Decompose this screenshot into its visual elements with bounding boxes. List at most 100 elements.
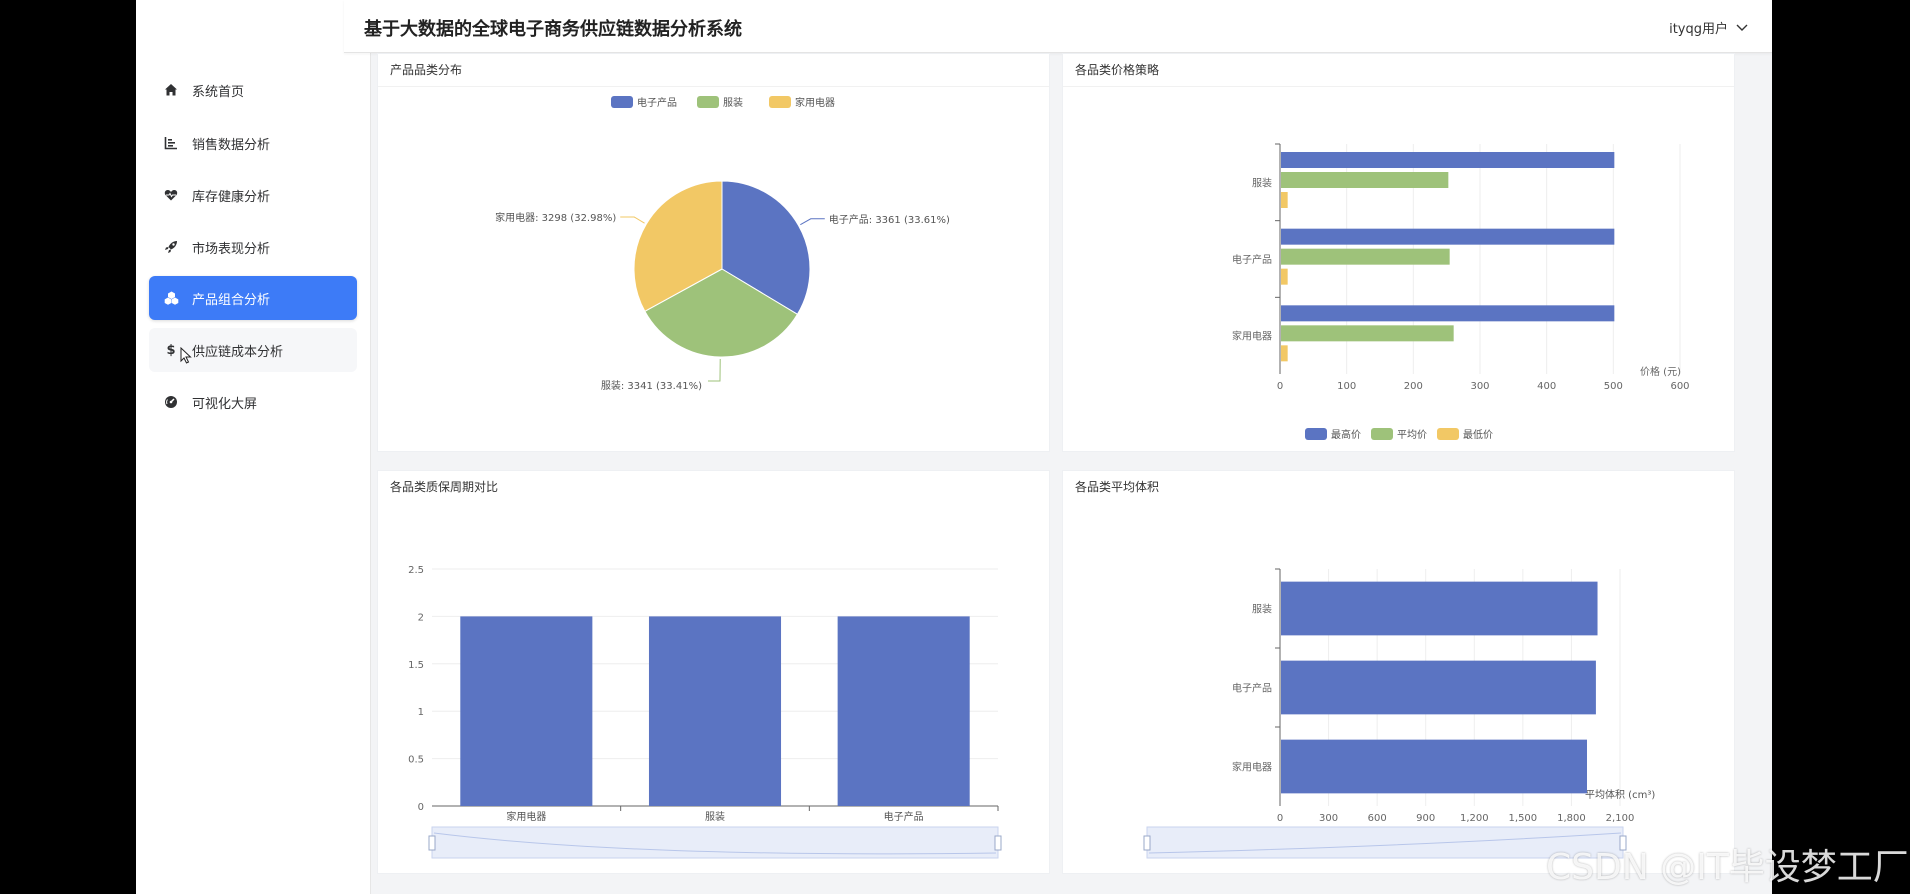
legend-swatch	[697, 96, 719, 108]
bar-最低价	[1281, 192, 1288, 208]
sidebar-item-sales[interactable]: 销售数据分析	[149, 121, 357, 165]
y-tick-label: 0.5	[408, 755, 424, 766]
x-tick-label: 电子产品	[884, 810, 924, 823]
dollar-icon: $	[166, 342, 176, 358]
chevron-down-icon	[1736, 24, 1748, 31]
legend-swatch	[611, 96, 633, 108]
heartbeat-icon	[162, 186, 180, 204]
x-tick-label: 300	[1319, 813, 1338, 824]
legend-label: 最低价	[1463, 428, 1493, 441]
legend-label: 平均价	[1397, 429, 1427, 441]
home-icon	[162, 81, 180, 99]
dashboard-icon	[162, 393, 180, 411]
y-tick-label: 服装	[1252, 603, 1272, 616]
chart-icon	[162, 134, 180, 152]
rocket-icon	[162, 238, 180, 256]
mouse-cursor-icon	[180, 347, 192, 364]
bar-最高价	[1281, 228, 1615, 245]
x-tick-label: 1,200	[1460, 813, 1489, 824]
datazoom-handle-left	[1143, 835, 1151, 851]
x-tick-label: 0	[1277, 381, 1283, 392]
bar-平均价	[1281, 172, 1449, 188]
bar-最高价	[1281, 152, 1615, 168]
x-tick-label: 600	[1368, 813, 1387, 824]
legend-label: 家用电器	[795, 96, 835, 109]
pie-label: 服装: 3341 (33.41%)	[601, 379, 702, 392]
watermark: CSDN @IT毕设梦工厂	[1546, 847, 1909, 888]
volume-bar-chart: 0 300 600 900 1,200 1,500 1,800 2,100 平均体积 (cm³)…	[1143, 568, 1655, 859]
sidebar-item-label: 库存健康分析	[192, 189, 271, 205]
x-tick-label: 500	[1604, 381, 1623, 392]
y-tick-label: 服装	[1252, 176, 1272, 189]
x-axis-title: 价格 (元)	[1640, 365, 1681, 378]
legend-swatch	[1371, 428, 1393, 440]
sidebar-item-label: 销售数据分析	[192, 137, 271, 153]
pie-label: 电子产品: 3361 (33.61%)	[829, 213, 950, 226]
datazoom-handle-right	[994, 835, 1002, 851]
sidebar-item-label: 系统首页	[192, 84, 245, 100]
sidebar-item-label: 市场表现分析	[192, 241, 271, 257]
sidebar-item-portfolio[interactable]: 产品组合分析	[149, 276, 357, 320]
pie-label: 家用电器: 3298 (32.98%)	[495, 211, 616, 224]
x-tick-label: 600	[1670, 381, 1689, 392]
warranty-card: 各品类质保周期对比 0 0.5 1 1.5 2 2.5 家用电器 服装 电子产品	[377, 470, 1050, 874]
x-tick-label: 2,100	[1606, 813, 1635, 824]
bar-最低价	[1281, 268, 1288, 285]
volume-card: 各品类平均体积 0 300 600 900 1,200 1,500 1,800 2,100 平均…	[1062, 470, 1735, 874]
x-tick-label: 300	[1470, 381, 1489, 392]
x-tick-label: 家用电器	[506, 810, 546, 823]
sidebar-item-dashboard[interactable]: 可视化大屏	[149, 380, 357, 424]
y-tick-label: 1.5	[408, 660, 424, 671]
y-tick-label: 2	[418, 612, 424, 623]
price-bar-chart: 0 100 200 300 400 500 600 价格 (元) 服装电子产品家用电器最高价 平均…	[1232, 143, 1690, 441]
bar	[837, 616, 970, 806]
bar	[1281, 739, 1587, 794]
y-tick-label: 电子产品	[1232, 253, 1272, 266]
bar	[460, 616, 593, 806]
sidebar: 系统首页 销售数据分析 库存健康分析 市场表现分析 产品组合分析 $ 供应链成本…	[136, 0, 371, 894]
pie-label-line	[800, 218, 825, 226]
sidebar-item-label: 产品组合分析	[192, 292, 271, 308]
y-tick-label: 家用电器	[1232, 761, 1272, 774]
bar	[648, 616, 782, 806]
y-tick-label: 家用电器	[1232, 330, 1272, 343]
bar-最低价	[1281, 345, 1288, 362]
y-tick-label: 0	[418, 802, 424, 813]
sidebar-item-cost[interactable]: $ 供应链成本分析	[149, 328, 357, 372]
x-tick-label: 100	[1337, 381, 1356, 392]
page-title: 基于大数据的全球电子商务供应链数据分析系统	[364, 19, 742, 40]
sidebar-item-label: 供应链成本分析	[192, 344, 284, 360]
legend-label: 电子产品	[637, 96, 677, 109]
bar	[1281, 660, 1596, 715]
cubes-icon	[162, 289, 180, 307]
x-tick-label: 1,500	[1509, 813, 1538, 824]
pie-label-line	[707, 358, 721, 382]
bar-平均价	[1281, 325, 1454, 342]
user-name: ityqg用户	[1669, 22, 1728, 37]
sidebar-item-market[interactable]: 市场表现分析	[149, 225, 357, 269]
y-tick-label: 电子产品	[1232, 682, 1272, 695]
pie-chart: 电子产品 服装 家用电器电子产品: 3361 (33.61%) 服装: 3341 (3…	[495, 96, 950, 392]
x-tick-label: 1,800	[1557, 813, 1586, 824]
legend-swatch	[769, 96, 791, 108]
pie-label-line	[620, 216, 645, 224]
app-window: 系统首页 销售数据分析 库存健康分析 市场表现分析 产品组合分析 $ 供应链成本…	[136, 0, 1772, 894]
bar	[1281, 581, 1598, 636]
sidebar-item-label: 可视化大屏	[192, 396, 258, 412]
sidebar-item-home[interactable]: 系统首页	[149, 68, 357, 112]
x-tick-label: 200	[1404, 381, 1423, 392]
x-axis-title: 平均体积 (cm³)	[1585, 789, 1655, 801]
datazoom-handle-left	[428, 835, 436, 851]
sidebar-item-inventory[interactable]: 库存健康分析	[149, 173, 357, 217]
legend-label: 服装	[723, 96, 743, 109]
x-tick-label: 900	[1416, 813, 1435, 824]
price-strategy-card: 各品类价格策略 0 100 200 300 400 500 600 价格 (元) 服装 电子产品家…	[1062, 53, 1735, 452]
legend-swatch	[1305, 428, 1327, 440]
user-dropdown[interactable]: ityqg用户	[1669, 18, 1748, 37]
x-tick-label: 服装	[705, 810, 725, 823]
y-tick-label: 1	[418, 707, 424, 718]
product-category-card: 产品品类分布 电子产品 服装 家用电器 电子产品: 3361 (33.61%) 服装: …	[377, 53, 1050, 452]
legend-swatch	[1437, 428, 1459, 440]
warranty-bar-chart: 0 0.5 1 1.5 2 2.5 家用电器 服装 电子产品	[408, 565, 1002, 859]
legend-label: 最高价	[1331, 428, 1361, 441]
